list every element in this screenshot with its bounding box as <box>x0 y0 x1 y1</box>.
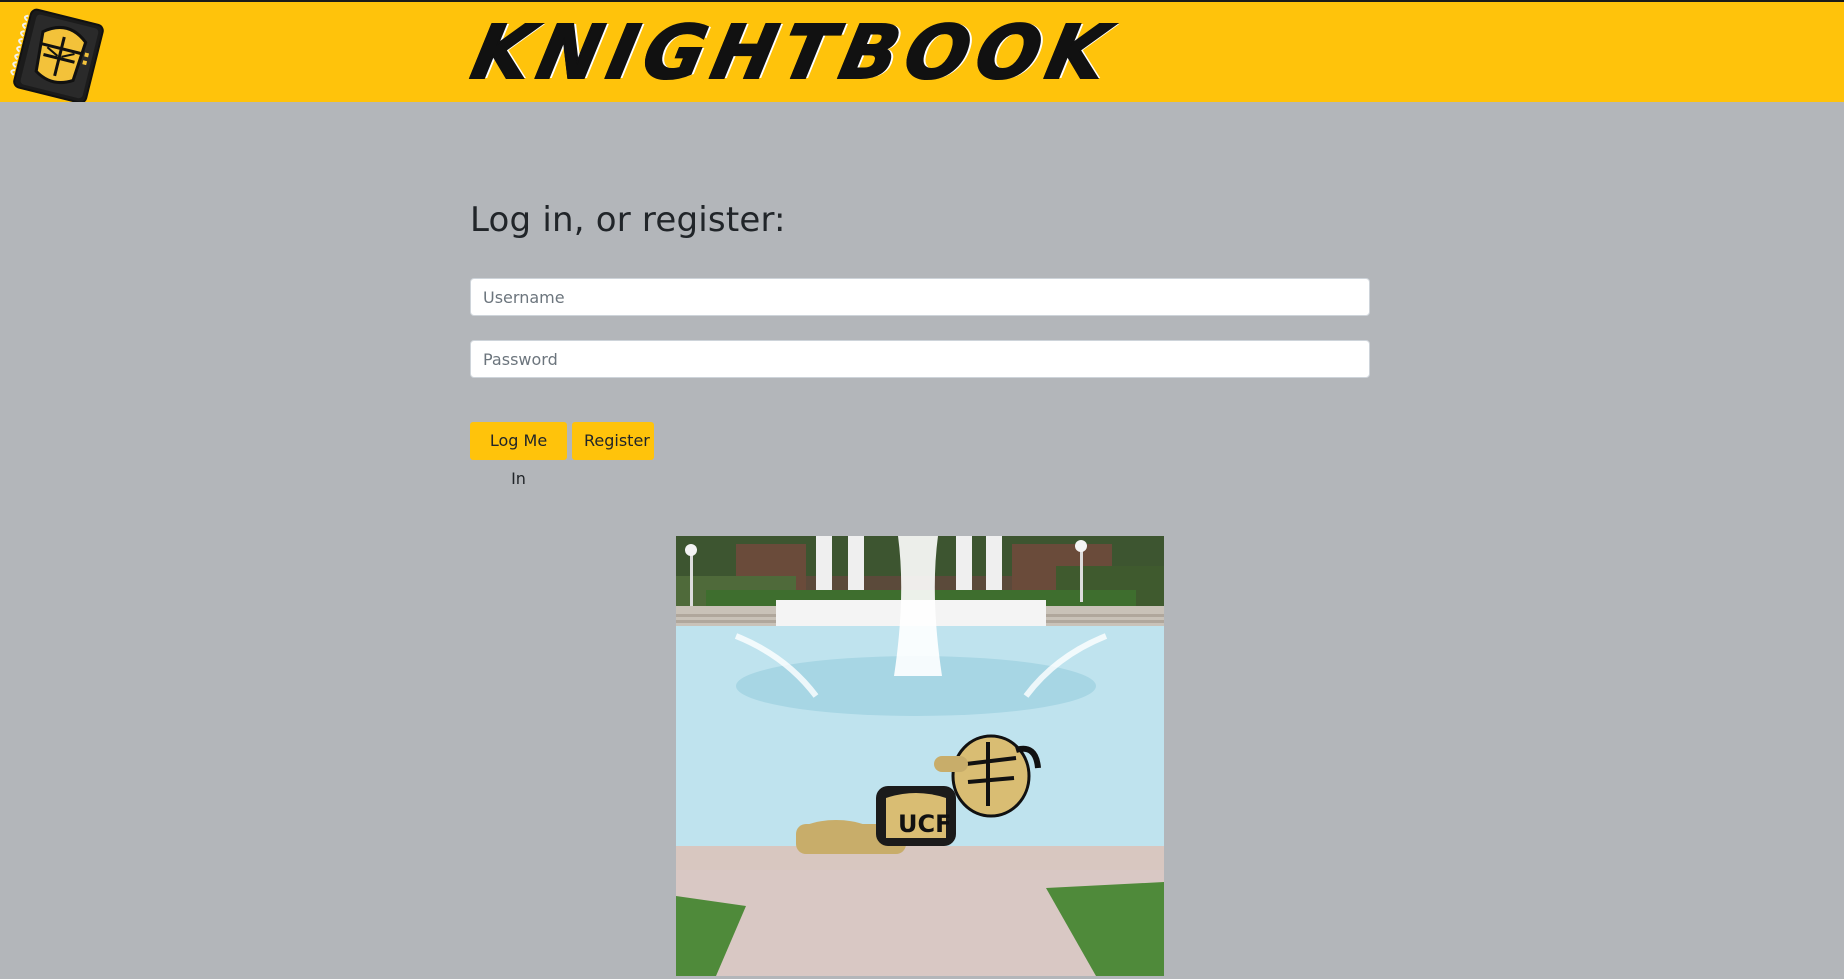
site-header: KNIGHTBOOK <box>0 0 1844 104</box>
svg-text:UCF: UCF <box>898 810 952 838</box>
password-input[interactable] <box>470 340 1370 378</box>
register-button[interactable]: Register <box>572 422 654 460</box>
mascot-fountain-photo: UCF <box>676 536 1164 976</box>
username-input[interactable] <box>470 278 1370 316</box>
login-title: Log in, or register: <box>470 200 786 240</box>
brand-wordmark[interactable]: KNIGHTBOOK <box>464 9 1124 97</box>
knight-helmet-notebook-icon[interactable] <box>10 6 106 104</box>
login-button[interactable]: Log Me In <box>470 422 567 488</box>
